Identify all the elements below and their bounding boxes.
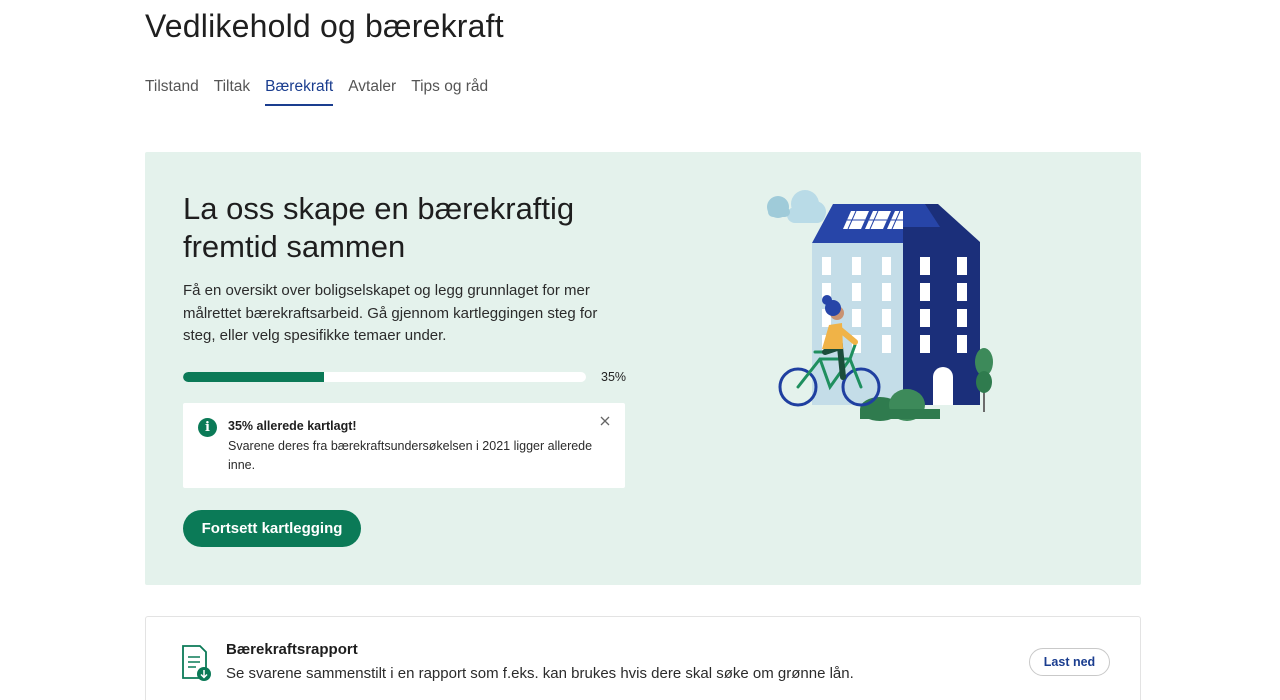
sustainability-hero: La oss skape en bærekraftig fremtid samm… xyxy=(145,152,1141,585)
progress-label: 35% xyxy=(601,370,627,384)
report-title: Bærekraftsrapport xyxy=(226,641,358,658)
tab-tips-og-rad[interactable]: Tips og råd xyxy=(411,78,488,106)
notice-body: Svarene deres fra bærekraftsundersøkelse… xyxy=(228,439,593,472)
tab-bar: Tilstand Tiltak Bærekraft Avtaler Tips o… xyxy=(145,78,488,106)
info-notice: i 35% allerede kartlagt! Svarene deres f… xyxy=(183,403,625,488)
close-icon[interactable] xyxy=(599,415,611,427)
hero-title: La oss skape en bærekraftig fremtid samm… xyxy=(183,191,575,264)
report-description: Se svarene sammenstilt i en rapport som … xyxy=(226,665,854,682)
document-download-icon xyxy=(182,645,211,681)
building-cyclist-illustration xyxy=(767,190,993,421)
tab-avtaler[interactable]: Avtaler xyxy=(348,78,396,106)
tab-tilstand[interactable]: Tilstand xyxy=(145,78,199,106)
tab-tiltak[interactable]: Tiltak xyxy=(214,78,250,106)
progress-bar xyxy=(183,372,586,382)
info-icon: i xyxy=(198,418,217,437)
progress-bar-fill xyxy=(183,372,325,382)
cloud-icon xyxy=(767,190,826,223)
tab-baerekraft[interactable]: Bærekraft xyxy=(265,78,334,106)
hero-description: Få en oversikt over boligselskapet og le… xyxy=(183,282,598,344)
report-card: Bærekraftsrapport Se svarene sammenstilt… xyxy=(145,616,1141,700)
continue-mapping-button[interactable]: Fortsett kartlegging xyxy=(183,510,361,547)
notice-title: 35% allerede kartlagt! xyxy=(228,419,357,433)
page-title: Vedlikehold og bærekraft xyxy=(145,8,504,44)
download-button[interactable]: Last ned xyxy=(1029,648,1110,676)
